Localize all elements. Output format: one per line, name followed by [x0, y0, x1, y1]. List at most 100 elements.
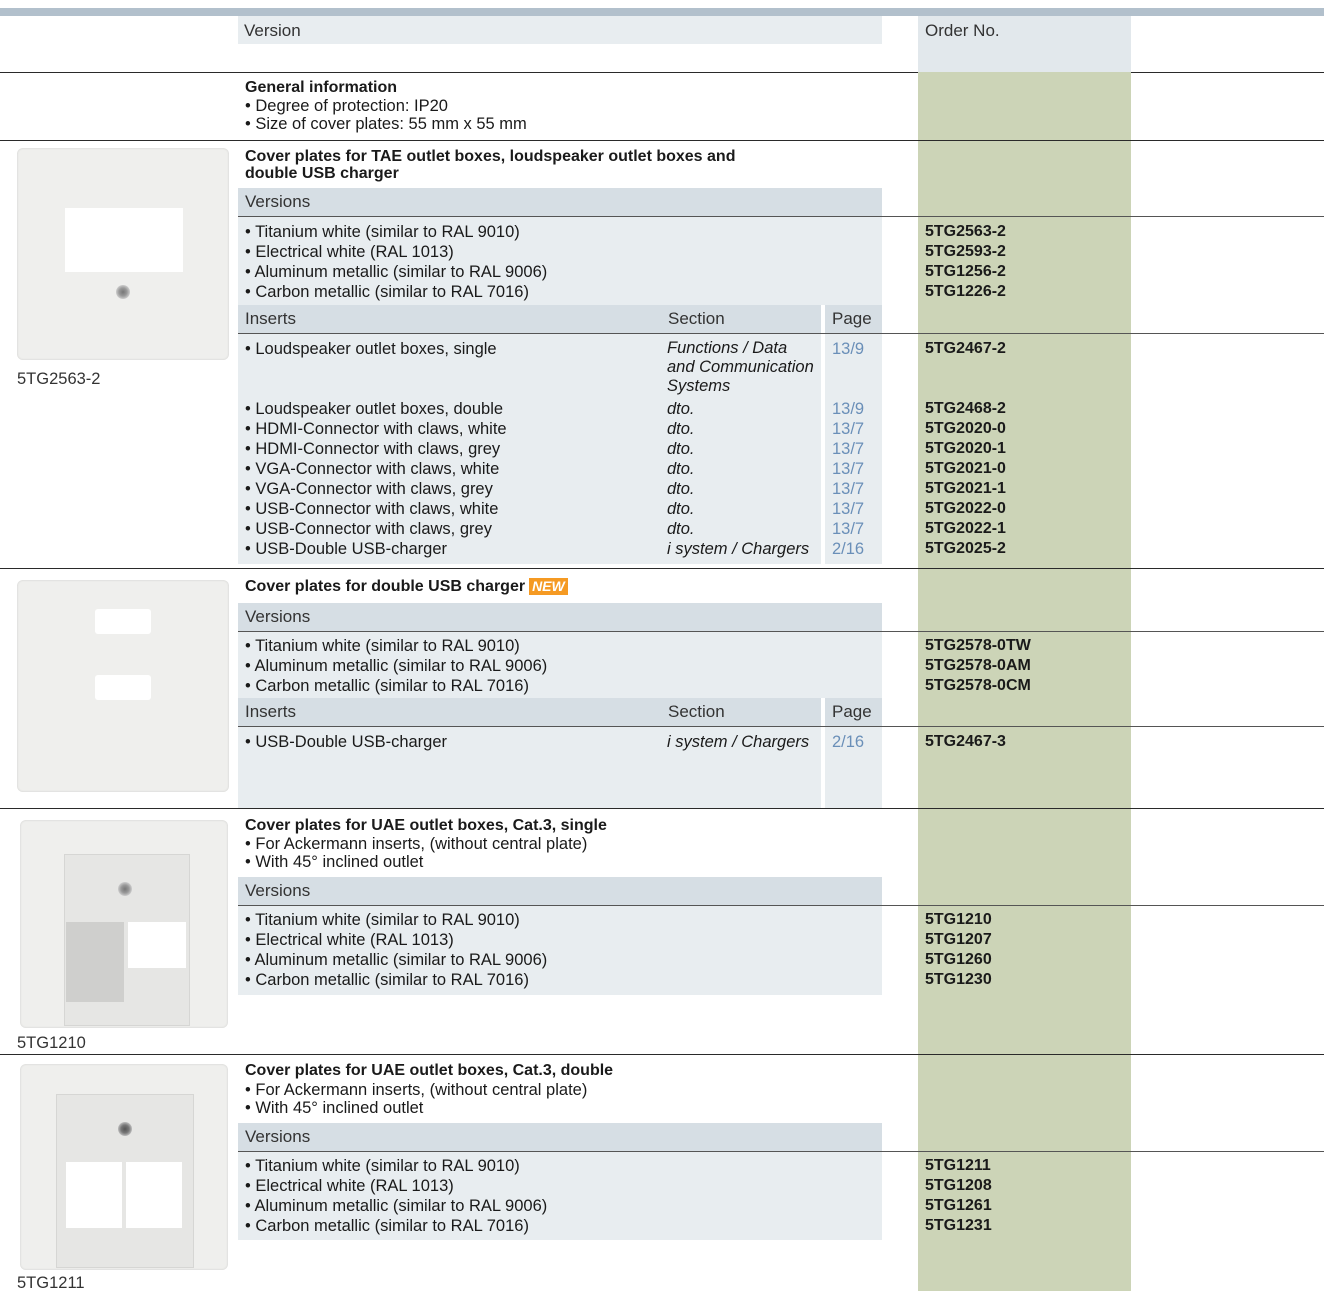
order-number: 5TG1210	[925, 911, 992, 928]
insert-section: i system / Chargers	[667, 733, 810, 751]
insert-item: • HDMI-Connector with claws, white	[245, 420, 507, 438]
version-header-label: Version	[244, 21, 301, 40]
divider	[0, 1054, 1324, 1055]
uae-single-versions-header: Versions	[238, 877, 882, 905]
uae-double-plate-image	[20, 1064, 228, 1270]
order-number: 5TG1261	[925, 1197, 992, 1214]
version-item: • Aluminum metallic (similar to RAL 9006…	[245, 263, 548, 281]
usb-opening	[95, 609, 151, 634]
version-item: • Carbon metallic (similar to RAL 7016)	[245, 971, 529, 989]
divider	[0, 568, 1324, 569]
tae-inserts-header: Inserts	[238, 305, 661, 333]
insert-item: • USB-Connector with claws, white	[245, 500, 499, 518]
uae-double-notes: • For Ackermann inserts, (without centra…	[245, 1081, 587, 1117]
tae-title: Cover plates for TAE outlet boxes, louds…	[245, 148, 736, 165]
uae-double-title: Cover plates for UAE outlet boxes, Cat.3…	[245, 1062, 614, 1079]
order-number: 5TG2020-1	[925, 440, 1006, 457]
order-number: 5TG1208	[925, 1177, 992, 1194]
tae-versions-list: • Titanium white (similar to RAL 9010) •…	[245, 222, 547, 302]
general-title: General information	[245, 79, 398, 96]
usb-title: Cover plates for double USB charger NEW	[245, 578, 568, 595]
insert-section: Functions / Data and Communication Syste…	[667, 339, 814, 396]
page-link[interactable]: 13/7	[832, 439, 864, 459]
order-number: 5TG2578-0AM	[925, 657, 1031, 674]
tae-versions-orders: 5TG2563-2 5TG2593-2 5TG1256-2 5TG1226-2	[925, 222, 1006, 302]
order-number: 5TG1260	[925, 951, 992, 968]
general-item: • Size of cover plates: 55 mm x 55 mm	[245, 115, 527, 133]
page-link[interactable]: 13/7	[832, 419, 864, 439]
order-number: 5TG2020-0	[925, 420, 1006, 437]
note-item: • With 45° inclined outlet	[245, 1099, 424, 1117]
order-number: 5TG2578-0CM	[925, 677, 1031, 694]
version-item: • Titanium white (similar to RAL 9010)	[245, 1157, 520, 1175]
page-link[interactable]: 13/7	[832, 479, 864, 499]
insert-section: dto.	[667, 400, 695, 418]
page-link[interactable]: 13/7	[832, 519, 864, 539]
insert-section: dto.	[667, 480, 695, 498]
page-link[interactable]: 13/7	[832, 499, 864, 519]
order-number: 5TG2563-2	[925, 223, 1006, 240]
order-header-label: Order No.	[925, 21, 1000, 40]
order-number: 5TG1226-2	[925, 283, 1006, 300]
uae-single-orders: 5TG1210 5TG1207 5TG1260 5TG1230	[925, 910, 992, 990]
order-number: 5TG1230	[925, 971, 992, 988]
version-item: • Electrical white (RAL 1013)	[245, 243, 454, 261]
order-number: 5TG2025-2	[925, 540, 1006, 557]
version-item: • Titanium white (similar to RAL 9010)	[245, 911, 520, 929]
order-number: 5TG2022-1	[925, 520, 1006, 537]
tae-cover-plate-image	[17, 148, 229, 360]
uae-single-plate-image	[20, 820, 228, 1028]
usb-versions-list: • Titanium white (similar to RAL 9010) •…	[245, 636, 547, 696]
insert-section: dto.	[667, 440, 695, 458]
insert-item: • VGA-Connector with claws, grey	[245, 480, 493, 498]
note-item: • For Ackermann inserts, (without centra…	[245, 1081, 588, 1099]
order-number: 5TG2467-2	[925, 340, 1006, 357]
insert-section: dto.	[667, 500, 695, 518]
version-item: • Aluminum metallic (similar to RAL 9006…	[245, 1197, 548, 1215]
insert-item: • VGA-Connector with claws, white	[245, 460, 500, 478]
uae-double-versions-header: Versions	[238, 1123, 882, 1151]
order-number: 5TG2593-2	[925, 243, 1006, 260]
uae-port-left	[66, 1162, 122, 1228]
order-number: 5TG1231	[925, 1217, 992, 1234]
version-item: • Carbon metallic (similar to RAL 7016)	[245, 283, 529, 301]
page-link[interactable]: 13/7	[832, 459, 864, 479]
tae-image-caption: 5TG2563-2	[17, 370, 101, 388]
version-item: • Aluminum metallic (similar to RAL 9006…	[245, 951, 548, 969]
divider	[0, 808, 1324, 809]
order-number: 5TG2467-3	[925, 733, 1006, 750]
insert-section: dto.	[667, 520, 695, 538]
insert-item: • HDMI-Connector with claws, grey	[245, 440, 501, 458]
order-number: 5TG1211	[925, 1157, 991, 1174]
insert-section: i system / Chargers	[667, 540, 810, 558]
uae-port-right	[128, 922, 186, 968]
uae-double-versions-list: • Titanium white (similar to RAL 9010) •…	[245, 1156, 547, 1236]
tae-inserts-list: • Loudspeaker outlet boxes, double • HDM…	[245, 399, 507, 559]
version-item: • Electrical white (RAL 1013)	[245, 1177, 454, 1195]
screw-icon	[116, 285, 130, 299]
screw-icon	[118, 882, 132, 896]
uae-double-orders: 5TG1211 5TG1208 5TG1261 5TG1231	[925, 1156, 992, 1236]
usb-cover-plate-image	[17, 580, 229, 792]
note-item: • For Ackermann inserts, (without centra…	[245, 835, 588, 853]
section-line: Systems	[667, 377, 731, 395]
tae-inserts-orders: 5TG2468-2 5TG2020-0 5TG2020-1 5TG2021-0 …	[925, 399, 1006, 559]
page-link[interactable]: 2/16	[832, 539, 864, 559]
general-item: • Degree of protection: IP20	[245, 97, 448, 115]
usb-title-text: Cover plates for double USB charger	[245, 578, 526, 595]
usb-inserts-header: Inserts	[238, 698, 661, 726]
insert-section: dto.	[667, 460, 695, 478]
tae-section-header: Section	[661, 305, 821, 333]
insert-item: • Loudspeaker outlet boxes, single	[245, 340, 497, 358]
page-link[interactable]: 13/9	[832, 399, 864, 419]
order-number: 5TG1207	[925, 931, 992, 948]
insert-item: • USB-Double USB-charger	[245, 733, 448, 751]
page-link[interactable]: 13/9	[832, 339, 864, 359]
order-number: 5TG1256-2	[925, 263, 1006, 280]
uae-double-caption: 5TG1211	[17, 1274, 85, 1292]
insert-item: • USB-Connector with claws, grey	[245, 520, 492, 538]
uae-single-notes: • For Ackermann inserts, (without centra…	[245, 835, 587, 871]
usb-page-header: Page	[825, 698, 882, 726]
section-line: and Communication	[667, 358, 814, 376]
page-link[interactable]: 2/16	[832, 732, 864, 752]
